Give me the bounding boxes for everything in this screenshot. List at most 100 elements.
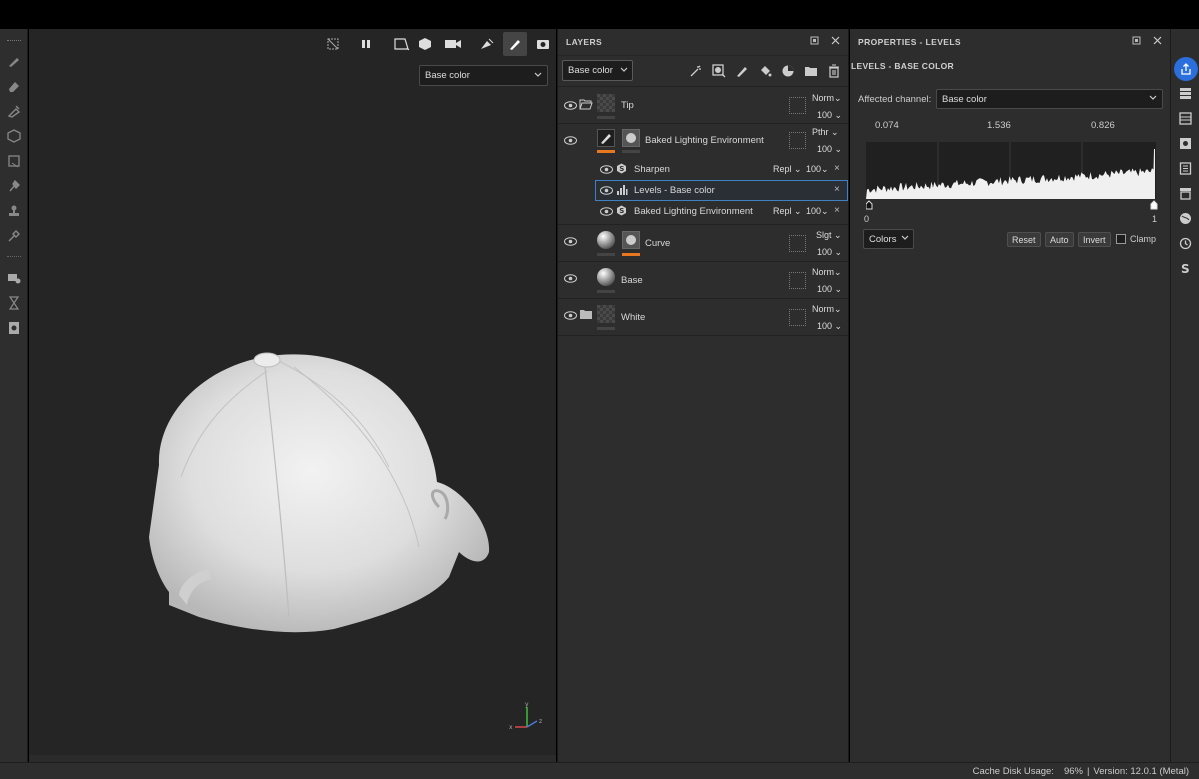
auto-button[interactable]: Auto xyxy=(1045,232,1074,247)
remove-effect-icon[interactable]: × xyxy=(834,163,840,174)
levels-mode-select[interactable]: Colors xyxy=(863,229,914,249)
color-picker-tool[interactable] xyxy=(0,223,28,248)
chevron-down-icon xyxy=(620,66,628,77)
eye-icon[interactable] xyxy=(599,185,613,195)
layer-row-curve[interactable]: Curve Slgt ⌄ 100 ⌄ xyxy=(558,225,848,262)
opacity-select[interactable]: 100⌄ xyxy=(806,164,829,175)
remove-effect-icon[interactable]: × xyxy=(834,205,840,216)
add-smart-material-icon[interactable] xyxy=(780,63,796,79)
remove-effect-icon[interactable]: × xyxy=(834,184,840,195)
eye-icon[interactable] xyxy=(563,236,577,246)
blend-mode-select[interactable]: Norm⌄ xyxy=(812,304,842,315)
material-picker-tool[interactable] xyxy=(0,265,28,290)
layer-row-base[interactable]: Base Norm⌄ 100 ⌄ xyxy=(558,262,848,299)
add-folder-icon[interactable] xyxy=(803,63,819,79)
layer-mask-bar xyxy=(597,290,615,293)
toolbar-grip[interactable] xyxy=(6,40,21,42)
mask-thumbnail[interactable] xyxy=(622,129,640,147)
blend-mode-select[interactable]: Norm⌄ xyxy=(812,93,842,104)
clamp-checkbox[interactable]: Clamp xyxy=(1116,234,1156,244)
maximize-icon[interactable] xyxy=(1132,36,1141,47)
layer-mask-slot[interactable] xyxy=(789,132,806,149)
layers-panel-button[interactable] xyxy=(1171,81,1199,106)
eye-icon[interactable] xyxy=(563,310,577,320)
blend-mode-select[interactable]: Repl ⌄ xyxy=(773,206,802,217)
render-tool[interactable] xyxy=(0,315,28,340)
input-high-value[interactable]: 0.826 xyxy=(1091,120,1115,131)
trash-icon[interactable] xyxy=(826,63,842,79)
reset-button[interactable]: Reset xyxy=(1007,232,1041,247)
layers-channel-select[interactable]: Base color xyxy=(562,60,633,81)
levels-histogram[interactable] xyxy=(866,142,1158,214)
folder-open-icon[interactable] xyxy=(579,99,593,113)
hide-ui-button[interactable] xyxy=(321,32,345,56)
projection-tool[interactable] xyxy=(0,98,28,123)
environment-settings-button[interactable] xyxy=(1171,206,1199,231)
blend-mode-select[interactable]: Pthr ⌄ xyxy=(812,127,839,138)
close-icon[interactable] xyxy=(1153,36,1162,47)
texture-set-button[interactable] xyxy=(1171,106,1199,131)
clone-tool[interactable] xyxy=(0,198,28,223)
effect-row-levels[interactable]: Levels - Base color × xyxy=(558,180,848,201)
layer-mask-slot[interactable] xyxy=(789,97,806,114)
layer-mask-slot[interactable] xyxy=(789,272,806,289)
layer-row-tip[interactable]: Tip Norm⌄ 100 ⌄ xyxy=(558,87,848,124)
3d-viewport[interactable]: Base color y x z xyxy=(29,29,556,755)
layer-mask-slot[interactable] xyxy=(789,235,806,252)
bake-tool[interactable] xyxy=(0,290,28,315)
opacity-select[interactable]: 100 ⌄ xyxy=(817,247,842,258)
blend-mode-select[interactable]: Slgt ⌄ xyxy=(816,230,842,241)
pause-button[interactable] xyxy=(354,32,378,56)
history-button[interactable] xyxy=(1171,231,1199,256)
mask-thumbnail[interactable] xyxy=(622,231,640,249)
blend-mode-select[interactable]: Repl ⌄ xyxy=(773,164,802,175)
opacity-select[interactable]: 100⌄ xyxy=(806,206,829,217)
close-icon[interactable] xyxy=(831,36,840,47)
svg-text:S: S xyxy=(619,207,624,215)
effect-row-sharpen[interactable]: S Sharpen Repl ⌄ 100⌄ × xyxy=(558,159,848,180)
eraser-tool[interactable] xyxy=(0,73,28,98)
geometry-mask-tool[interactable] xyxy=(0,123,28,148)
invert-button[interactable]: Invert xyxy=(1078,232,1111,247)
layer-row-baked-lighting[interactable]: Baked Lighting Environment Pthr ⌄ 100 ⌄ … xyxy=(558,124,848,225)
layer-mask-slot[interactable] xyxy=(789,309,806,326)
display-settings-button[interactable] xyxy=(1171,131,1199,156)
maximize-icon[interactable] xyxy=(810,36,819,47)
gamma-value[interactable]: 1.536 xyxy=(987,120,1011,131)
blend-mode-select[interactable]: Norm⌄ xyxy=(812,267,842,278)
screenshot-button[interactable] xyxy=(531,32,555,56)
layer-row-white[interactable]: White Norm⌄ 100 ⌄ xyxy=(558,299,848,336)
smudge-tool[interactable] xyxy=(0,173,28,198)
input-low-value[interactable]: 0.074 xyxy=(875,120,899,131)
add-mask-icon[interactable] xyxy=(711,63,727,79)
environment-button[interactable] xyxy=(475,32,499,56)
eye-icon[interactable] xyxy=(599,164,613,174)
add-fill-layer-icon[interactable] xyxy=(757,63,773,79)
shelf-button[interactable] xyxy=(1171,181,1199,206)
eye-icon[interactable] xyxy=(563,135,577,145)
add-paint-layer-icon[interactable] xyxy=(734,63,750,79)
export-button[interactable] xyxy=(1171,56,1199,81)
affected-channel-select[interactable]: Base color xyxy=(936,89,1163,109)
2d-view-button[interactable] xyxy=(390,32,414,56)
opacity-select[interactable]: 100 ⌄ xyxy=(817,144,842,155)
opacity-select[interactable]: 100 ⌄ xyxy=(817,110,842,121)
paint-mode-button[interactable] xyxy=(503,32,527,56)
opacity-select[interactable]: 100 ⌄ xyxy=(817,321,842,332)
polygon-fill-tool[interactable] xyxy=(0,148,28,173)
add-effect-icon[interactable] xyxy=(688,63,704,79)
camera-button[interactable] xyxy=(441,32,465,56)
viewport-channel-select[interactable]: Base color xyxy=(419,65,548,86)
3d-view-button[interactable] xyxy=(415,32,439,56)
checkbox-box[interactable] xyxy=(1116,234,1126,244)
substance-button[interactable]: S xyxy=(1171,256,1199,281)
3d-model-cap[interactable] xyxy=(119,347,499,637)
opacity-select[interactable]: 100 ⌄ xyxy=(817,284,842,295)
folder-icon[interactable] xyxy=(579,309,593,323)
eye-icon[interactable] xyxy=(563,273,577,283)
log-button[interactable] xyxy=(1171,156,1199,181)
eye-icon[interactable] xyxy=(563,100,577,110)
effect-row-baked-lighting[interactable]: S Baked Lighting Environment Repl ⌄ 100⌄… xyxy=(558,201,848,222)
eye-icon[interactable] xyxy=(599,206,613,216)
paint-brush-tool[interactable] xyxy=(0,48,28,73)
